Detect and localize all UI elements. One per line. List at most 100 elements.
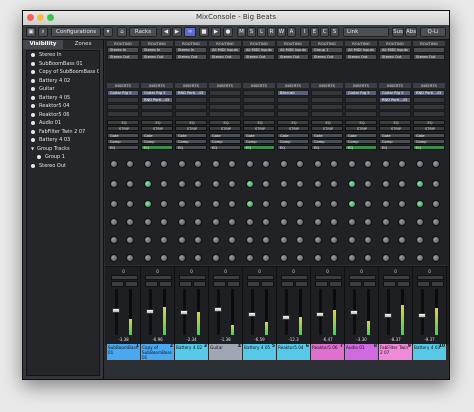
io-s-button[interactable]: S bbox=[330, 27, 339, 37]
track-list-item[interactable]: Battery 4 03 bbox=[27, 136, 99, 145]
eq-gain-knob[interactable] bbox=[280, 180, 288, 188]
eq-gain-knob[interactable] bbox=[314, 160, 322, 168]
configurations-icon[interactable]: ▾ bbox=[103, 27, 113, 37]
insert-slot[interactable]: RND Portl...43 bbox=[379, 97, 411, 103]
eq-module[interactable]: EQ bbox=[379, 145, 411, 150]
eq-module[interactable]: EQ bbox=[107, 145, 139, 150]
insert-slot[interactable] bbox=[311, 90, 343, 96]
io-c-button[interactable]: C bbox=[320, 27, 329, 37]
strip-header[interactable]: STRIP bbox=[175, 126, 207, 131]
eq-freq-knob[interactable] bbox=[364, 180, 372, 188]
insert-slot[interactable]: Bitcrush bbox=[277, 90, 309, 96]
visibility-dot-icon[interactable] bbox=[31, 87, 35, 92]
insert-slot[interactable]: RND Portl...43 bbox=[141, 97, 173, 103]
eq-gain-knob[interactable] bbox=[246, 254, 254, 262]
eq-freq-knob[interactable] bbox=[262, 200, 270, 208]
eq-freq-knob[interactable] bbox=[228, 200, 236, 208]
eq-freq-knob[interactable] bbox=[228, 160, 236, 168]
routing-output-slot[interactable]: Stereo Out bbox=[175, 54, 207, 60]
left-arrow-icon[interactable]: ◀ bbox=[161, 27, 171, 37]
solo-button[interactable] bbox=[159, 281, 172, 287]
eq-gain-knob[interactable] bbox=[382, 218, 390, 226]
q-link-button[interactable]: Q-Li bbox=[420, 27, 446, 37]
routing-output-slot[interactable]: Stereo Out bbox=[379, 54, 411, 60]
track-list-item[interactable]: Reaktor5 04 bbox=[27, 102, 99, 111]
insert-slot[interactable] bbox=[311, 97, 343, 103]
eq-freq-knob[interactable] bbox=[432, 200, 440, 208]
eq-gain-knob[interactable] bbox=[348, 200, 356, 208]
eq-gain-knob[interactable] bbox=[416, 200, 424, 208]
fader-handle[interactable] bbox=[316, 312, 324, 318]
eq-gain-knob[interactable] bbox=[382, 160, 390, 168]
eq-gain-knob[interactable] bbox=[110, 254, 118, 262]
eq-freq-knob[interactable] bbox=[364, 236, 372, 244]
track-list-item[interactable]: Battery 4 02 bbox=[27, 77, 99, 86]
fader-handle[interactable] bbox=[384, 312, 392, 318]
eq-freq-knob[interactable] bbox=[364, 254, 372, 262]
track-list-item[interactable]: Reaktor5 06 bbox=[27, 111, 99, 120]
eq-freq-knob[interactable] bbox=[228, 236, 236, 244]
eq-header[interactable]: EQ bbox=[413, 120, 445, 125]
solo-button[interactable] bbox=[431, 281, 444, 287]
eq-gain-knob[interactable] bbox=[178, 160, 186, 168]
pan-slider[interactable] bbox=[111, 275, 138, 280]
mute-button[interactable] bbox=[315, 281, 328, 287]
insert-slot[interactable]: RND Portl...43 bbox=[413, 90, 445, 96]
insert-slot[interactable] bbox=[413, 111, 445, 117]
eq-gain-knob[interactable] bbox=[314, 254, 322, 262]
insert-slot[interactable] bbox=[311, 111, 343, 117]
pan-value[interactable]: 0 bbox=[311, 269, 344, 274]
io-e-button[interactable]: E bbox=[310, 27, 319, 37]
solo-state-button[interactable]: S bbox=[247, 27, 256, 37]
comp-module[interactable]: Comp bbox=[243, 139, 275, 144]
eq-freq-knob[interactable] bbox=[296, 254, 304, 262]
insert-slot[interactable] bbox=[243, 97, 275, 103]
routing-input-slot[interactable]: Group 1 bbox=[311, 47, 343, 53]
eq-gain-knob[interactable] bbox=[246, 236, 254, 244]
eq-freq-knob[interactable] bbox=[330, 254, 338, 262]
record-button[interactable]: ● bbox=[223, 27, 233, 37]
channel-name-label[interactable]: Battery 4 03 10 bbox=[413, 344, 446, 360]
routing-output-slot[interactable]: Stereo Out bbox=[277, 54, 309, 60]
comp-module[interactable]: Comp bbox=[209, 139, 241, 144]
pan-value[interactable]: 0 bbox=[413, 269, 446, 274]
eq-freq-knob[interactable] bbox=[398, 254, 406, 262]
routing-input-slot[interactable]: All MIDI Inputs bbox=[277, 47, 309, 53]
channel-name-label[interactable]: Copy of SubBoomBass 01 2 bbox=[141, 344, 174, 360]
insert-slot[interactable] bbox=[175, 111, 207, 117]
eq-gain-knob[interactable] bbox=[178, 200, 186, 208]
comp-module[interactable]: Comp bbox=[107, 139, 139, 144]
tab-zones[interactable]: Zones bbox=[63, 40, 103, 49]
eq-gain-knob[interactable] bbox=[212, 236, 220, 244]
mute-button[interactable] bbox=[145, 281, 158, 287]
fader-track[interactable] bbox=[285, 289, 288, 335]
insert-slot[interactable] bbox=[277, 104, 309, 110]
strip-header[interactable]: STRIP bbox=[243, 126, 275, 131]
eq-freq-knob[interactable] bbox=[432, 236, 440, 244]
routing-input-slot[interactable]: Stereo In bbox=[107, 47, 139, 53]
routing-output-slot[interactable]: Stereo Out bbox=[107, 54, 139, 60]
routing-input-slot[interactable]: All MIDI Inputs bbox=[243, 47, 275, 53]
channel-name-label[interactable]: SubBoomBass 01 1 bbox=[107, 344, 140, 360]
insert-slot[interactable] bbox=[413, 97, 445, 103]
insert-slot[interactable] bbox=[345, 97, 377, 103]
channel-name-label[interactable]: Guitar 4 bbox=[209, 344, 242, 360]
strip-header[interactable]: STRIP bbox=[141, 126, 173, 131]
eq-freq-knob[interactable] bbox=[296, 236, 304, 244]
abs-button[interactable]: Abs bbox=[405, 27, 417, 37]
pan-slider[interactable] bbox=[315, 275, 342, 280]
pan-slider[interactable] bbox=[247, 275, 274, 280]
link-dropdown[interactable]: Link bbox=[343, 27, 389, 37]
channel-name-label[interactable]: Reaktor5 04 6 bbox=[277, 344, 310, 360]
eq-gain-knob[interactable] bbox=[212, 160, 220, 168]
track-list-item[interactable]: Group 1 bbox=[27, 153, 99, 162]
rack-icon[interactable]: ⌂ bbox=[117, 27, 127, 37]
eq-header[interactable]: EQ bbox=[209, 120, 241, 125]
eq-freq-knob[interactable] bbox=[228, 218, 236, 226]
play-button[interactable]: ▶ bbox=[211, 27, 221, 37]
eq-gain-knob[interactable] bbox=[280, 218, 288, 226]
eq-gain-knob[interactable] bbox=[314, 200, 322, 208]
eq-freq-knob[interactable] bbox=[194, 218, 202, 226]
routing-input-slot[interactable]: All MIDI Inputs bbox=[345, 47, 377, 53]
eq-gain-knob[interactable] bbox=[382, 254, 390, 262]
